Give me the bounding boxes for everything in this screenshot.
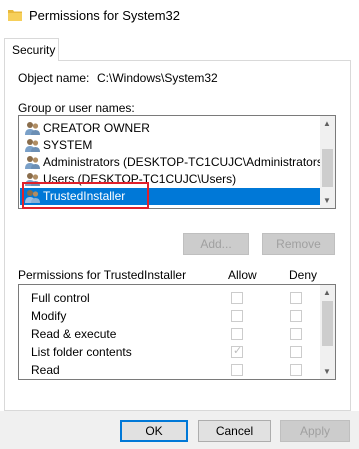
remove-button[interactable]: Remove: [262, 233, 335, 255]
deny-checkbox[interactable]: [290, 310, 302, 322]
deny-checkbox[interactable]: [290, 364, 302, 376]
allow-checkbox[interactable]: [231, 328, 243, 340]
apply-button[interactable]: Apply: [280, 420, 350, 442]
users-icon: [25, 122, 40, 135]
list-item[interactable]: SYSTEM: [20, 137, 321, 154]
permission-name: Read: [31, 363, 60, 377]
check-icon: ✓: [233, 345, 243, 357]
group-names-label: Group or user names:: [18, 101, 135, 115]
allow-checkbox[interactable]: [231, 310, 243, 322]
users-icon: [25, 139, 40, 152]
allow-checkbox[interactable]: [231, 364, 243, 376]
permissions-list: Full control Modify Read & execute List …: [18, 284, 336, 380]
list-item-label: CREATOR OWNER: [43, 121, 150, 135]
list-scrollbar[interactable]: ▲ ▼: [320, 116, 335, 208]
allow-checkbox-checked[interactable]: ✓: [231, 345, 243, 358]
deny-checkbox[interactable]: [290, 292, 302, 304]
allow-checkbox[interactable]: [231, 292, 243, 304]
permission-name: Modify: [31, 309, 67, 323]
permission-row: Modify: [19, 307, 319, 325]
users-icon: [25, 156, 40, 169]
list-item[interactable]: CREATOR OWNER: [20, 120, 321, 137]
deny-column-header: Deny: [289, 268, 318, 282]
permission-name: Full control: [31, 291, 90, 305]
window-title: Permissions for System32: [29, 8, 180, 23]
scroll-down-icon[interactable]: ▼: [323, 367, 331, 376]
object-name-value: C:\Windows\System32: [97, 71, 218, 85]
permission-row: List folder contents ✓: [19, 343, 319, 361]
highlight-annotation: [22, 182, 149, 209]
list-item[interactable]: Administrators (DESKTOP-TC1CUJC\Administ…: [20, 154, 321, 171]
title-bar: Permissions for System32: [0, 0, 359, 32]
scroll-thumb[interactable]: [322, 301, 333, 346]
deny-checkbox[interactable]: [290, 346, 302, 358]
permission-name: List folder contents: [31, 345, 132, 359]
object-name-label: Object name:: [18, 71, 90, 85]
tab-security[interactable]: Security: [4, 38, 59, 61]
ok-button[interactable]: OK: [120, 420, 188, 442]
add-button[interactable]: Add...: [183, 233, 249, 255]
permission-row: Read & execute: [19, 325, 319, 343]
folder-icon: [8, 10, 22, 21]
scroll-up-icon[interactable]: ▲: [323, 119, 331, 128]
list-item-label: Administrators (DESKTOP-TC1CUJC\Administ…: [43, 155, 321, 169]
permission-row: Full control: [19, 289, 319, 307]
list-item-label: SYSTEM: [43, 138, 93, 152]
scroll-thumb[interactable]: [322, 149, 333, 187]
permission-row: Read: [19, 361, 319, 379]
scroll-up-icon[interactable]: ▲: [323, 288, 331, 297]
permissions-header: Permissions for TrustedInstaller: [18, 268, 187, 282]
permission-name: Read & execute: [31, 327, 117, 341]
allow-column-header: Allow: [228, 268, 257, 282]
permissions-scrollbar[interactable]: ▲ ▼: [320, 285, 335, 379]
deny-checkbox[interactable]: [290, 328, 302, 340]
scroll-down-icon[interactable]: ▼: [323, 196, 331, 205]
cancel-button[interactable]: Cancel: [198, 420, 271, 442]
